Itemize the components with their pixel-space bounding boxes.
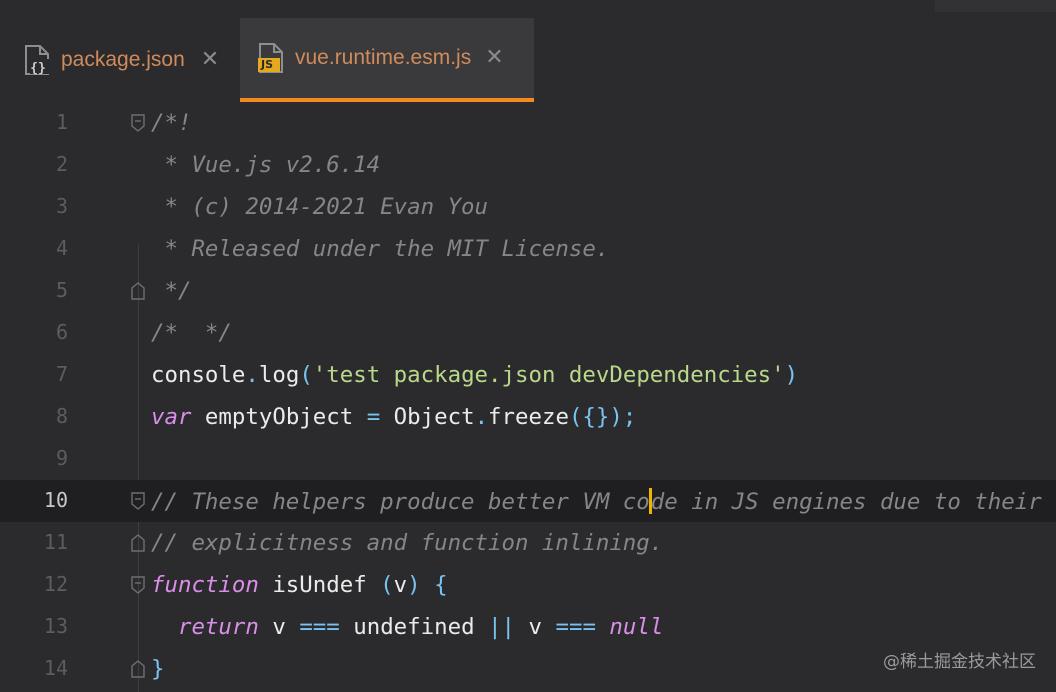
code-line[interactable]: 11 // explicitness and function inlining… — [0, 522, 1056, 564]
line-number: 3 — [0, 194, 68, 218]
code-line[interactable]: 12 function isUndef (v) { — [0, 564, 1056, 606]
line-number: 9 — [0, 446, 68, 470]
code-text: // explicitness and function inlining. — [151, 530, 663, 556]
tab-label: package.json — [61, 48, 185, 72]
code-line[interactable]: 4 * Released under the MIT License. — [0, 228, 1056, 270]
close-icon[interactable]: ✕ — [485, 47, 503, 69]
line-number: 7 — [0, 362, 68, 386]
tab-package-json[interactable]: {} package.json ✕ — [0, 18, 240, 102]
code-line[interactable]: 5 */ — [0, 270, 1056, 312]
code-line[interactable]: 6 /* */ — [0, 312, 1056, 354]
line-number: 10 — [0, 488, 68, 512]
line-number: 14 — [0, 656, 68, 680]
code-text: * Vue.js v2.6.14 — [151, 152, 380, 178]
line-number: 11 — [0, 530, 68, 554]
code-line[interactable]: 13 return v === undefined || v === null — [0, 606, 1056, 648]
code-text: var emptyObject = Object.freeze({}); — [151, 404, 636, 430]
tabbar-strip — [935, 0, 1056, 12]
line-number: 2 — [0, 152, 68, 176]
code-area[interactable]: 1 /*! 2 * Vue.js v2.6.14 3 * (c) 2014-20… — [0, 102, 1056, 692]
line-number: 5 — [0, 278, 68, 302]
line-number: 6 — [0, 320, 68, 344]
code-editor: {} package.json ✕ JS vue.runtime.esm.js … — [0, 0, 1056, 692]
js-icon-text: JS — [261, 58, 273, 72]
line-number: 4 — [0, 236, 68, 260]
code-text: console.log('test package.json devDepend… — [151, 362, 798, 388]
code-line[interactable]: 3 * (c) 2014-2021 Evan You — [0, 186, 1056, 228]
code-text: /* */ — [151, 320, 232, 346]
line-number: 1 — [0, 110, 68, 134]
fold-end-icon[interactable] — [131, 534, 145, 552]
svg-text:{}: {} — [30, 61, 46, 75]
code-line[interactable]: 7 console.log('test package.json devDepe… — [0, 354, 1056, 396]
code-line[interactable]: 9 — [0, 438, 1056, 480]
code-text: * (c) 2014-2021 Evan You — [151, 194, 488, 220]
js-file-icon: JS — [258, 43, 284, 73]
line-number: 12 — [0, 572, 68, 596]
code-line[interactable]: 2 * Vue.js v2.6.14 — [0, 144, 1056, 186]
code-text: */ — [151, 278, 191, 304]
tab-label: vue.runtime.esm.js — [295, 46, 471, 70]
code-text: function isUndef (v) { — [151, 572, 448, 598]
line-number: 8 — [0, 404, 68, 428]
code-line[interactable]: 8 var emptyObject = Object.freeze({}); — [0, 396, 1056, 438]
json-file-icon: {} — [24, 45, 50, 75]
tab-bar: {} package.json ✕ JS vue.runtime.esm.js … — [0, 0, 1056, 102]
close-icon[interactable]: ✕ — [201, 49, 219, 71]
code-text: } — [151, 656, 164, 682]
tab-vue-runtime-esm-js[interactable]: JS vue.runtime.esm.js ✕ — [240, 18, 534, 102]
fold-open-icon[interactable] — [131, 492, 145, 510]
watermark: @稀土掘金技术社区 — [883, 647, 1036, 672]
fold-open-icon[interactable] — [131, 576, 145, 594]
code-line[interactable]: 1 /*! — [0, 102, 1056, 144]
code-text: /*! — [151, 110, 191, 136]
code-line-current[interactable]: 10 // These helpers produce better VM co… — [0, 480, 1056, 522]
fold-open-icon[interactable] — [131, 114, 145, 132]
code-text: * Released under the MIT License. — [151, 236, 609, 262]
fold-end-icon[interactable] — [131, 660, 145, 678]
fold-end-icon[interactable] — [131, 282, 145, 300]
code-text: // These helpers produce better VM code … — [151, 488, 1042, 515]
code-text: return v === undefined || v === null — [151, 614, 663, 640]
line-number: 13 — [0, 614, 68, 638]
